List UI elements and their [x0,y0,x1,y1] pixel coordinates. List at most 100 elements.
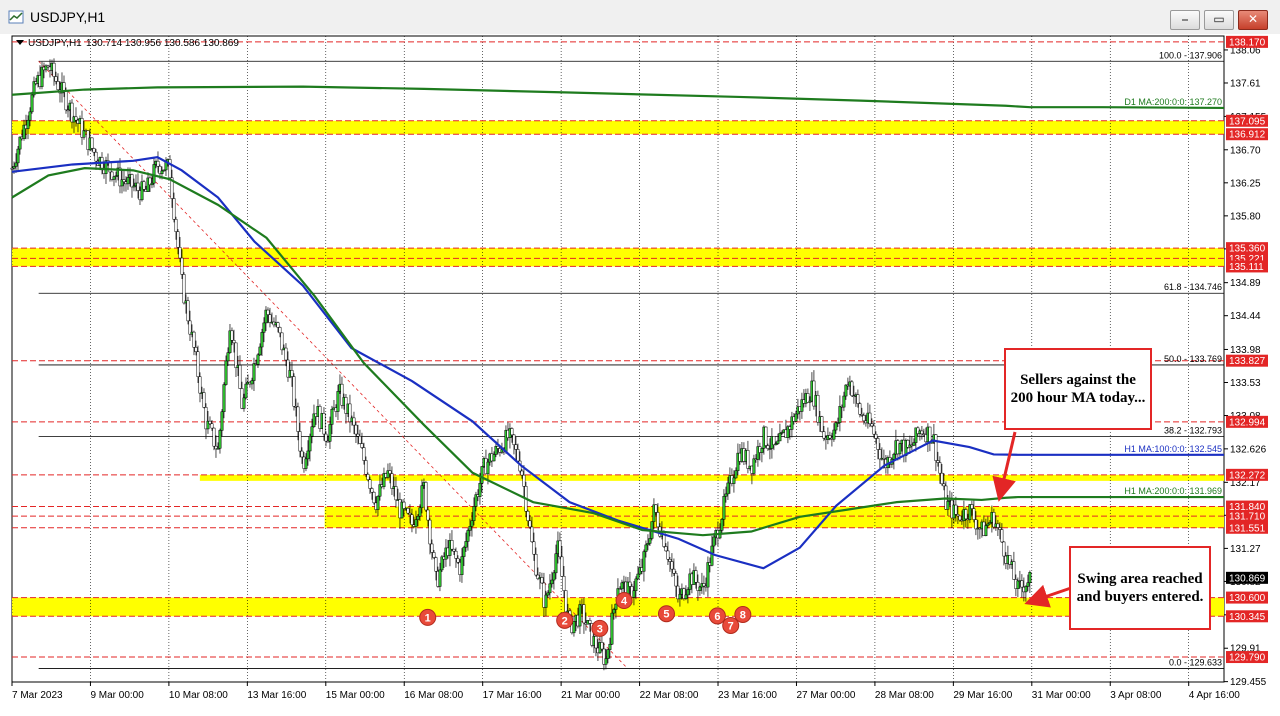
candle-body [354,424,358,435]
candle-body [514,444,518,450]
candle-body [548,583,552,594]
candle-body [850,381,854,397]
price-tag-label: 131.710 [1229,512,1266,523]
candle-body [732,477,736,484]
candle-body [242,397,246,409]
chart-window-icon [8,10,24,24]
candle-body [706,562,710,588]
candlestick [820,415,824,433]
candle-body [654,504,658,513]
candle-body [544,594,548,608]
candle-body [766,445,770,449]
price-tag: 132.994 [1226,415,1268,428]
price-tag: 131.551 [1226,521,1268,534]
candle-body [876,438,880,450]
candle-body [194,347,198,352]
candle-body [330,408,334,425]
candle-body [486,461,490,475]
candlestick [186,296,190,325]
candle-body [550,579,554,585]
candle-body [26,119,30,129]
candle-body [284,347,288,361]
swing-marker-label: 6 [714,611,720,623]
candle-body [456,558,460,563]
y-tick-label: 135.80 [1230,211,1261,222]
candle-body [558,540,562,558]
candle-body [182,274,186,304]
candle-body [304,458,308,469]
maximize-button[interactable]: ▭ [1204,10,1234,30]
y-tick-label: 137.61 [1230,78,1261,89]
price-tag-label: 136.912 [1229,130,1266,141]
moving-average-label: H1 MA:100:0:0: 132.545 [1124,444,1222,454]
candle-body [644,544,648,552]
candle-body [734,470,738,479]
swing-marker-label: 7 [728,620,734,632]
candle-body [634,578,638,591]
candle-body [610,612,614,645]
candle-body [180,257,184,275]
candle-body [868,412,872,425]
candle-body [510,428,514,436]
candle-body [722,496,726,520]
sellers-callout: Sellers against the 200 hour MA today... [1004,348,1152,430]
candle-body [328,424,332,442]
y-tick-label: 133.53 [1230,378,1261,389]
support-resistance-zone [12,120,1224,135]
candle-body [972,508,976,520]
close-button[interactable]: ✕ [1238,10,1268,30]
candle-body [186,300,190,322]
y-tick-label: 136.70 [1230,145,1261,156]
candle-body [636,573,640,580]
candle-body [178,247,182,259]
x-tick-label: 15 Mar 00:00 [326,690,385,701]
fib-level-label: 100.0 - 137.906 [1159,50,1222,60]
candle-body [452,548,456,552]
candle-body [168,159,172,179]
window-title: USDJPY,H1 [30,9,106,25]
candle-body [364,460,368,475]
candle-body [710,545,714,566]
candle-body [122,179,126,183]
candle-body [648,538,652,544]
candle-body [578,604,582,627]
candlestick [292,373,296,411]
candle-body [212,427,216,447]
candle-body [432,552,436,558]
candle-body [668,558,672,562]
price-tag: 130.600 [1226,591,1268,604]
candle-body [292,376,296,407]
candle-body [478,482,482,497]
candle-body [698,586,702,591]
candle-body [530,526,534,543]
candle-body [430,543,434,553]
candle-body [720,519,724,531]
candle-body [12,166,16,169]
candle-body [822,431,826,439]
candle-body [512,434,516,445]
candle-body [92,148,96,153]
candle-body [858,403,862,415]
candle-body [370,488,374,493]
candle-body [352,417,356,426]
candle-body [356,433,360,437]
candle-body [874,433,878,439]
candle-body [372,491,376,504]
candle-body [672,568,676,574]
minimize-button[interactable]: ⎯ [1170,10,1200,30]
x-tick-label: 17 Mar 16:00 [483,690,542,701]
candle-body [172,198,176,220]
swing-marker-label: 2 [562,615,568,627]
candle-body [358,436,362,444]
candle-body [594,636,598,649]
price-tag: 132.272 [1226,468,1268,481]
candle-body [628,581,632,587]
candle-body [62,82,66,92]
candle-body [472,506,476,521]
candle-body [540,577,544,584]
candle-body [198,376,202,394]
candle-body [322,413,326,435]
candle-body [560,556,564,577]
candle-body [424,482,428,511]
candle-body [480,466,484,484]
